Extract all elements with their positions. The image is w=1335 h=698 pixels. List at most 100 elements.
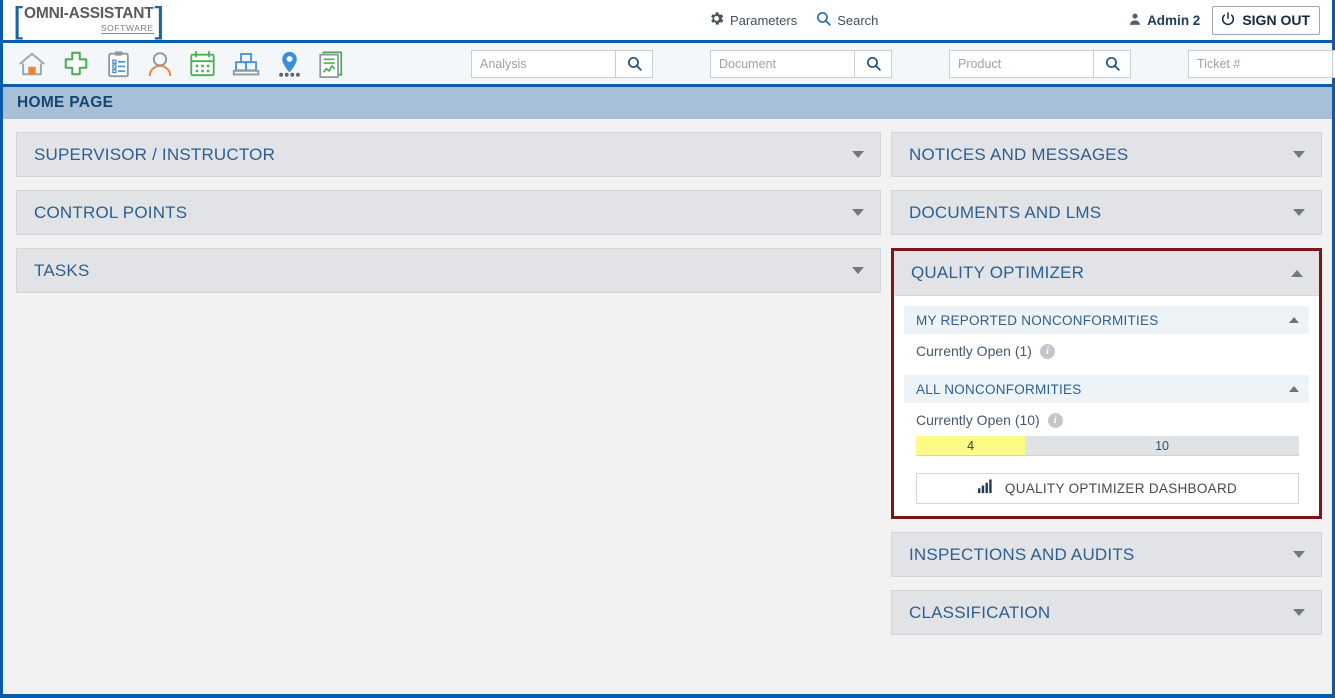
panel-header-documents-and-lms[interactable]: DOCUMENTS AND LMS xyxy=(891,190,1322,235)
clipboard-checklist-icon[interactable] xyxy=(105,50,132,78)
panel-notices-and-messages: NOTICES AND MESSAGES xyxy=(891,132,1322,177)
sign-out-button[interactable]: SIGN OUT xyxy=(1212,5,1320,35)
panel-classification: CLASSIFICATION xyxy=(891,590,1322,635)
progress-bar-track: 10 xyxy=(1025,436,1299,455)
panel-control-points: CONTROL POINTS xyxy=(16,190,881,235)
progress-bar-fill-value: 4 xyxy=(967,438,975,453)
chevron-down-icon xyxy=(1293,609,1305,616)
panel-header-supervisor-instructor[interactable]: SUPERVISOR / INSTRUCTOR xyxy=(16,132,881,177)
quality-optimizer-body: MY REPORTED NONCONFORMITIES Currently Op… xyxy=(894,306,1319,516)
panel-title-tasks: TASKS xyxy=(34,260,90,280)
top-header: [ OMNI-ASSISTANT SOFTWARE ] Parameters S… xyxy=(3,0,1332,43)
panel-title-quality-optimizer: QUALITY OPTIMIZER xyxy=(911,263,1085,282)
subsection-header-all-nonconformities[interactable]: ALL NONCONFORMITIES xyxy=(904,375,1309,403)
info-icon[interactable]: i xyxy=(1047,412,1063,428)
user-icon xyxy=(1128,11,1142,30)
panel-title-notices-and-messages: NOTICES AND MESSAGES xyxy=(909,144,1129,164)
panel-header-inspections-and-audits[interactable]: INSPECTIONS AND AUDITS xyxy=(891,532,1322,577)
panel-title-supervisor-instructor: SUPERVISOR / INSTRUCTOR xyxy=(34,144,276,164)
logo-bracket-left: [ xyxy=(13,0,24,40)
application-window: [ OMNI-ASSISTANT SOFTWARE ] Parameters S… xyxy=(0,0,1335,698)
analysis-search xyxy=(471,49,653,78)
brand-tagline: SOFTWARE xyxy=(100,22,154,34)
panel-header-quality-optimizer[interactable]: QUALITY OPTIMIZER xyxy=(894,251,1319,296)
calendar-icon[interactable] xyxy=(188,50,217,78)
icon-toolbar xyxy=(3,43,1335,87)
toolbar-search-group xyxy=(471,49,1335,78)
chevron-down-icon xyxy=(1293,551,1305,558)
my-reported-currently-open-label: Currently Open (1) xyxy=(916,343,1032,359)
toolbar-icon-group xyxy=(17,50,345,78)
left-column: SUPERVISOR / INSTRUCTOR CONTROL POINTS T… xyxy=(16,132,881,694)
brand-logo[interactable]: [ OMNI-ASSISTANT SOFTWARE ] xyxy=(13,0,165,40)
product-search-input[interactable] xyxy=(949,49,1093,78)
panel-title-classification: CLASSIFICATION xyxy=(909,602,1051,622)
logo-bracket-right: ] xyxy=(154,0,165,40)
parameters-link[interactable]: Parameters xyxy=(708,10,797,30)
panel-inspections-and-audits: INSPECTIONS AND AUDITS xyxy=(891,532,1322,577)
chevron-down-icon xyxy=(852,267,864,274)
document-search-button[interactable] xyxy=(854,49,892,78)
search-icon xyxy=(815,10,832,30)
header-right-area: Admin 2 SIGN OUT xyxy=(1128,5,1320,35)
right-column: NOTICES AND MESSAGES DOCUMENTS AND LMS Q… xyxy=(891,132,1322,694)
header-center-links: Parameters Search xyxy=(708,10,878,30)
page-title: HOME PAGE xyxy=(17,94,114,111)
chevron-up-icon xyxy=(1291,269,1303,277)
home-icon[interactable] xyxy=(17,50,47,78)
search-label: Search xyxy=(837,12,879,28)
chevron-up-icon xyxy=(1289,317,1299,323)
product-search xyxy=(949,49,1131,78)
panel-header-notices-and-messages[interactable]: NOTICES AND MESSAGES xyxy=(891,132,1322,177)
all-nonconformities-currently-open-label: Currently Open (10) xyxy=(916,412,1040,428)
progress-bar-fill: 4 xyxy=(916,436,1026,455)
parameters-label: Parameters xyxy=(730,12,798,28)
ticket-search xyxy=(1188,49,1335,78)
analysis-search-button[interactable] xyxy=(615,49,653,78)
subsection-header-my-reported-nonconformities[interactable]: MY REPORTED NONCONFORMITIES xyxy=(904,306,1309,334)
person-icon[interactable] xyxy=(146,50,174,78)
panel-title-documents-and-lms: DOCUMENTS AND LMS xyxy=(909,202,1102,222)
panel-title-control-points: CONTROL POINTS xyxy=(34,202,188,222)
report-chart-icon[interactable] xyxy=(317,50,345,78)
quality-optimizer-dashboard-button[interactable]: QUALITY OPTIMIZER DASHBOARD xyxy=(916,473,1299,504)
panel-title-inspections-and-audits: INSPECTIONS AND AUDITS xyxy=(909,544,1135,564)
all-nonconformities-currently-open-row: Currently Open (10) i xyxy=(904,403,1309,434)
chevron-down-icon xyxy=(852,209,864,216)
panel-documents-and-lms: DOCUMENTS AND LMS xyxy=(891,190,1322,235)
info-icon[interactable]: i xyxy=(1039,343,1055,359)
panel-header-control-points[interactable]: CONTROL POINTS xyxy=(16,190,881,235)
panel-header-tasks[interactable]: TASKS xyxy=(16,248,881,293)
location-pin-icon[interactable] xyxy=(276,50,303,78)
chevron-down-icon xyxy=(852,151,864,158)
panel-quality-optimizer: QUALITY OPTIMIZER MY REPORTED NONCONFORM… xyxy=(891,248,1322,519)
search-link[interactable]: Search xyxy=(815,10,878,30)
document-search xyxy=(710,49,892,78)
user-name: Admin 2 xyxy=(1147,12,1201,28)
analysis-search-input[interactable] xyxy=(471,49,615,78)
progress-bar-total-value: 10 xyxy=(1155,438,1170,453)
document-search-input[interactable] xyxy=(710,49,854,78)
quality-optimizer-dashboard-label: QUALITY OPTIMIZER DASHBOARD xyxy=(1004,481,1238,496)
chevron-down-icon xyxy=(1293,151,1305,158)
bar-chart-icon xyxy=(977,479,993,498)
add-cross-icon[interactable] xyxy=(61,50,91,78)
nonconformities-progress-bar[interactable]: 4 10 xyxy=(916,436,1299,456)
user-account[interactable]: Admin 2 xyxy=(1128,11,1200,30)
chevron-down-icon xyxy=(1293,209,1305,216)
pallet-inventory-icon[interactable] xyxy=(231,50,262,78)
panel-header-classification[interactable]: CLASSIFICATION xyxy=(891,590,1322,635)
my-reported-currently-open-row: Currently Open (1) i xyxy=(904,334,1309,365)
product-search-button[interactable] xyxy=(1093,49,1131,78)
sign-out-label: SIGN OUT xyxy=(1242,12,1310,28)
power-icon xyxy=(1220,11,1236,30)
subsection-title-my-reported-nonconformities: MY REPORTED NONCONFORMITIES xyxy=(916,312,1159,328)
chevron-up-icon xyxy=(1289,386,1299,392)
subsection-title-all-nonconformities: ALL NONCONFORMITIES xyxy=(916,381,1082,397)
panel-tasks: TASKS xyxy=(16,248,881,293)
main-content: SUPERVISOR / INSTRUCTOR CONTROL POINTS T… xyxy=(3,119,1332,694)
brand-name: OMNI-ASSISTANT xyxy=(24,5,154,22)
panel-supervisor-instructor: SUPERVISOR / INSTRUCTOR xyxy=(16,132,881,177)
ticket-search-input[interactable] xyxy=(1188,49,1332,78)
page-title-bar: HOME PAGE xyxy=(3,87,1332,119)
